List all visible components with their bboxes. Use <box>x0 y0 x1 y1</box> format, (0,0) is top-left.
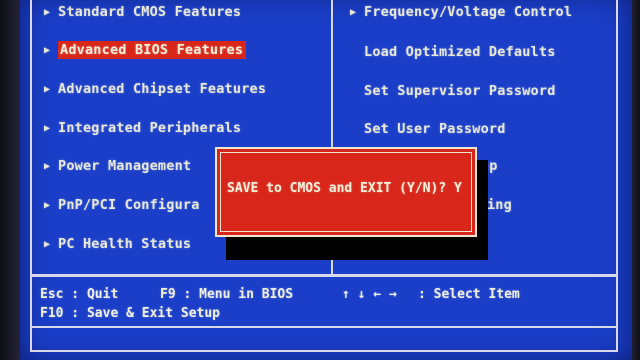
save-exit-dialog[interactable]: SAVE to CMOS and EXIT (Y/N)? Y <box>215 147 477 237</box>
bios-setup-panel: ▶ Standard CMOS Features ▶ Advanced BIOS F… <box>20 0 632 360</box>
menu-item-label: Set User Password <box>364 121 506 137</box>
menu-item-pnp-pci[interactable]: ▶ PnP/PCI Configura <box>44 195 200 215</box>
menu-item-power-management[interactable]: ▶ Power Management <box>44 156 191 176</box>
help-select-item: : Select Item <box>418 287 520 302</box>
help-divider <box>30 274 618 277</box>
menu-item-frequency-voltage[interactable]: ▶ Frequency/Voltage Control <box>350 2 572 22</box>
menu-item-advanced-chipset[interactable]: ▶ Advanced Chipset Features <box>44 79 266 99</box>
help-esc-quit: Esc : Quit <box>40 287 119 302</box>
menu-item-label: PnP/PCI Configura <box>58 197 200 213</box>
dialog-prompt[interactable]: SAVE to CMOS and EXIT (Y/N)? Y <box>227 181 462 196</box>
menu-item-label: Standard CMOS Features <box>58 4 242 20</box>
bios-screen: ▶ Standard CMOS Features ▶ Advanced BIOS F… <box>0 0 640 360</box>
bottom-divider <box>30 326 618 328</box>
menu-item-label: Advanced Chipset Features <box>58 81 267 97</box>
menu-item-set-user-password[interactable]: Set User Password <box>364 119 506 139</box>
menu-item-integrated-peripherals[interactable]: ▶ Integrated Peripherals <box>44 118 241 138</box>
menu-item-label: Advanced BIOS Features <box>58 41 247 59</box>
arrow-right-icon: ▶ <box>44 7 51 18</box>
help-f10-save-exit: F10 : Save & Exit Setup <box>40 306 221 321</box>
arrow-right-icon: ▶ <box>44 45 51 56</box>
menu-item-set-supervisor-password[interactable]: Set Supervisor Password <box>364 81 556 101</box>
arrow-right-icon: ▶ <box>44 239 51 250</box>
menu-item-load-optimized-defaults[interactable]: Load Optimized Defaults <box>364 42 556 62</box>
monitor-bezel-left <box>0 0 22 360</box>
menu-item-label: Integrated Peripherals <box>58 120 242 136</box>
menu-item-label: Load Optimized Defaults <box>364 44 556 60</box>
arrow-right-icon: ▶ <box>350 7 357 18</box>
menu-item-pc-health[interactable]: ▶ PC Health Status <box>44 234 191 254</box>
menu-item-label: Set Supervisor Password <box>364 83 556 99</box>
menu-item-standard-cmos[interactable]: ▶ Standard CMOS Features <box>44 2 241 22</box>
help-f9-menu: F9 : Menu in BIOS <box>160 287 294 302</box>
menu-item-label: Frequency/Voltage Control <box>364 4 573 20</box>
menu-item-label: PC Health Status <box>58 236 192 252</box>
menu-item-advanced-bios[interactable]: ▶ Advanced BIOS Features <box>44 40 247 60</box>
help-arrow-keys: ↑ ↓ ← → <box>342 287 397 302</box>
arrow-right-icon: ▶ <box>44 84 51 95</box>
menu-item-label: Power Management <box>58 158 192 174</box>
arrow-right-icon: ▶ <box>44 161 51 172</box>
arrow-right-icon: ▶ <box>44 123 51 134</box>
arrow-right-icon: ▶ <box>44 200 51 211</box>
